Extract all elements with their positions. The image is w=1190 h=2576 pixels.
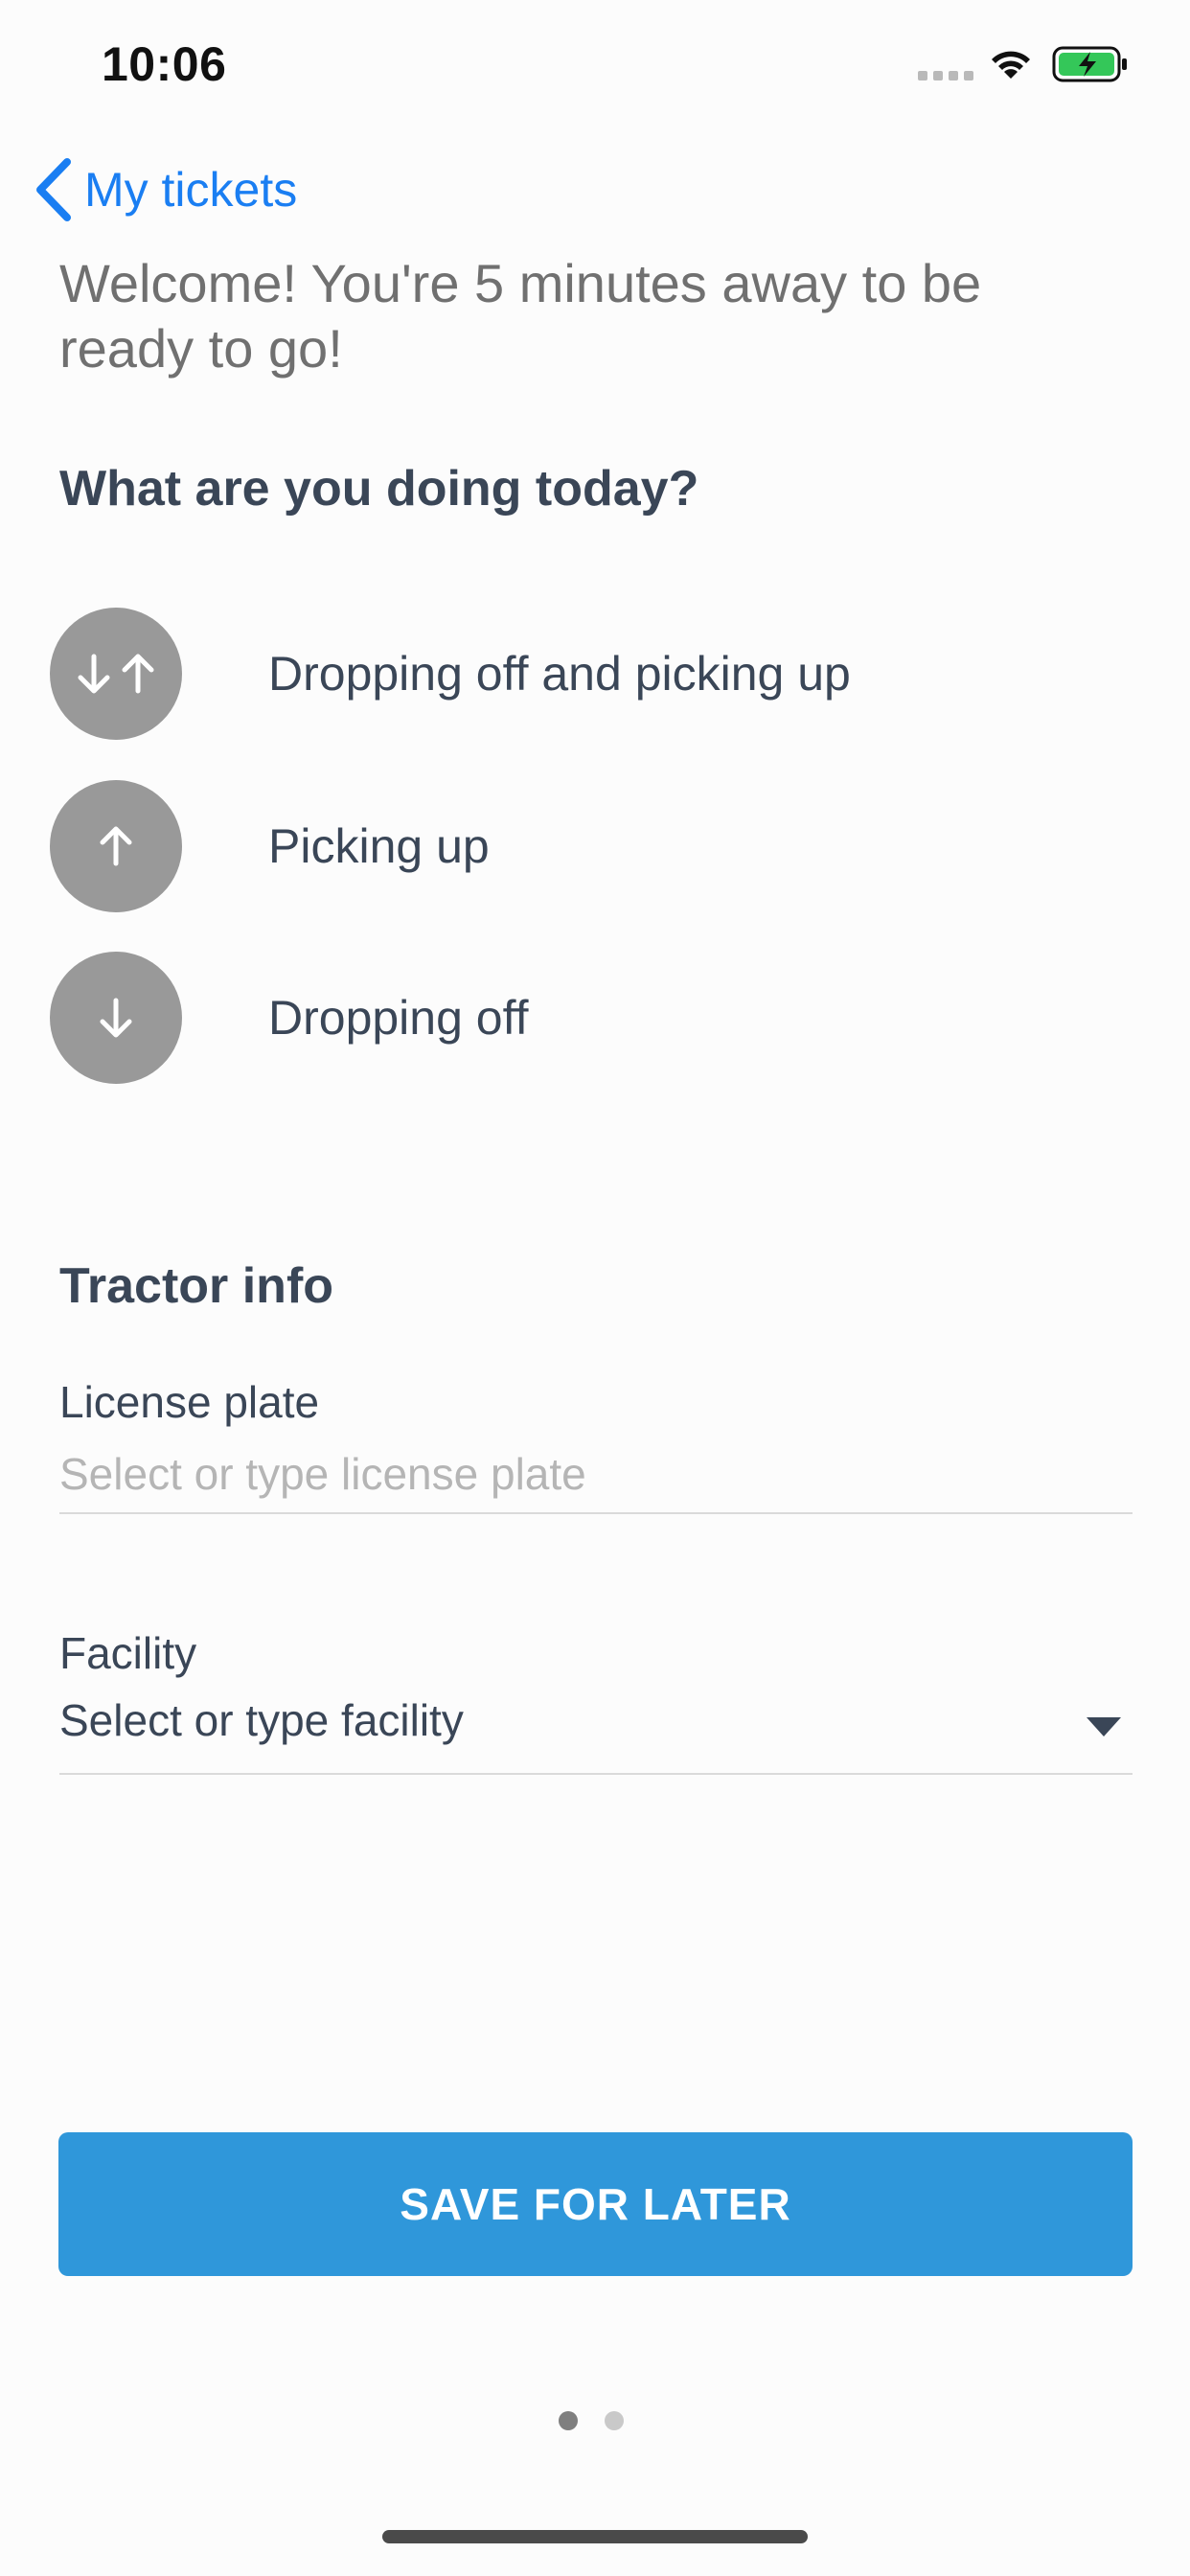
home-indicator[interactable] xyxy=(382,2530,808,2543)
caret-down-icon xyxy=(1087,1717,1121,1736)
activity-section-title: What are you doing today? xyxy=(59,461,699,517)
arrow-up-icon xyxy=(50,780,182,912)
arrow-down-icon xyxy=(50,952,182,1084)
option-drop-off[interactable]: Dropping off xyxy=(50,952,1133,1084)
facility-select[interactable]: Select or type facility xyxy=(59,1687,1133,1775)
cellular-signal-icon xyxy=(918,71,973,80)
welcome-message: Welcome! You're 5 minutes away to be rea… xyxy=(59,253,982,379)
facility-select-value: Select or type facility xyxy=(59,1695,464,1745)
facility-label: Facility xyxy=(59,1628,197,1678)
status-time: 10:06 xyxy=(102,37,227,91)
tractor-info-title: Tractor info xyxy=(59,1258,334,1314)
arrows-down-up-icon xyxy=(50,608,182,740)
page-dot[interactable] xyxy=(605,2411,624,2430)
option-label: Dropping off xyxy=(268,991,529,1045)
license-plate-input[interactable] xyxy=(59,1436,1133,1514)
license-plate-label: License plate xyxy=(59,1377,320,1427)
battery-charging-icon xyxy=(1052,46,1127,82)
option-pick-up[interactable]: Picking up xyxy=(50,780,1133,912)
page-dot-active[interactable] xyxy=(559,2411,578,2430)
option-label: Picking up xyxy=(268,819,490,873)
wifi-icon xyxy=(992,51,1030,79)
back-button-label: My tickets xyxy=(84,163,298,217)
save-for-later-button[interactable]: SAVE FOR LATER xyxy=(58,2132,1133,2276)
page-indicator xyxy=(559,2411,624,2430)
option-label: Dropping off and picking up xyxy=(268,647,851,701)
chevron-left-icon xyxy=(36,158,71,221)
option-drop-off-and-pick-up[interactable]: Dropping off and picking up xyxy=(50,608,1133,740)
back-button[interactable]: My tickets xyxy=(34,155,297,224)
